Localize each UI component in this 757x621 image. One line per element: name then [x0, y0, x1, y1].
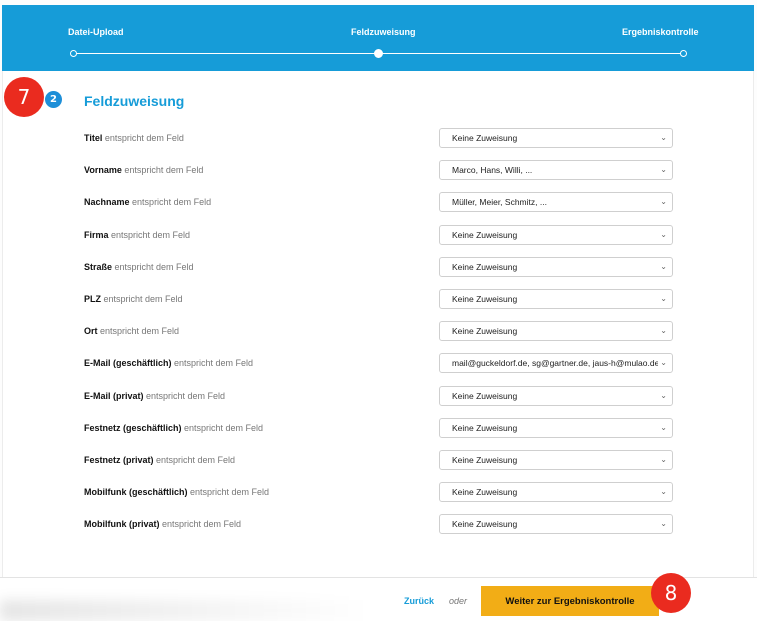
field-relation-text: entspricht dem Feld [146, 390, 226, 401]
field-name: Festnetz (privat) [84, 455, 154, 465]
field-mapping-select[interactable]: Keine Zuweisung ⌄ [439, 450, 673, 470]
field-relation-text: entspricht dem Feld [103, 294, 183, 304]
field-label: Vorname entspricht dem Feld [84, 165, 203, 175]
select-value: Keine Zuweisung [452, 326, 518, 337]
field-name: Festnetz (geschäftlich) [84, 422, 182, 433]
select-value: Keine Zuweisung [452, 261, 518, 272]
field-mapping-select[interactable]: Keine Zuweisung ⌄ [439, 289, 673, 309]
chevron-down-icon: ⌄ [658, 322, 667, 341]
field-name: Nachname [84, 197, 130, 208]
field-label: Nachname entspricht dem Feld [84, 197, 211, 207]
field-label: Mobilfunk (privat) entspricht dem Feld [84, 519, 241, 529]
step-number-badge: 2 [45, 91, 62, 108]
step-dot-result-check[interactable] [680, 50, 687, 57]
field-relation-text: entspricht dem Feld [162, 519, 242, 530]
field-relation-text: entspricht dem Feld [156, 455, 236, 465]
field-label: E-Mail (privat) entspricht dem Feld [84, 391, 225, 401]
footer-shadow [0, 600, 370, 621]
select-value: Keine Zuweisung [452, 422, 518, 433]
field-relation-text: entspricht dem Feld [104, 133, 184, 143]
chevron-down-icon: ⌄ [658, 354, 667, 373]
field-mapping-select[interactable]: Keine Zuweisung ⌄ [439, 256, 673, 277]
or-separator: oder [449, 596, 468, 606]
chevron-down-icon: ⌄ [658, 418, 667, 437]
field-relation-text: entspricht dem Feld [184, 422, 264, 433]
step-label-result-check[interactable]: Ergebniskontrolle [622, 27, 699, 37]
field-name: Mobilfunk (privat) [84, 519, 160, 530]
chevron-down-icon: ⌄ [658, 515, 667, 534]
field-label: Straße entspricht dem Feld [84, 262, 194, 272]
step-label-field-mapping[interactable]: Feldzuweisung [351, 27, 416, 37]
field-mapping-select[interactable]: Müller, Meier, Schmitz, ... ⌄ [439, 192, 673, 213]
field-name: PLZ [84, 294, 101, 304]
field-name: E-Mail (geschäftlich) [84, 358, 172, 369]
select-value: Keine Zuweisung [452, 487, 518, 498]
field-mapping-select[interactable]: mail@guckeldorf.de, sg@gartner.de, jaus-… [439, 353, 673, 374]
select-value: Keine Zuweisung [452, 133, 518, 143]
field-relation-text: entspricht dem Feld [190, 487, 270, 498]
select-value: Keine Zuweisung [452, 229, 518, 240]
field-mapping-select[interactable]: Keine Zuweisung ⌄ [439, 224, 673, 245]
field-mapping-select[interactable]: Keine Zuweisung ⌄ [439, 514, 673, 535]
select-value: Keine Zuweisung [452, 455, 518, 465]
chevron-down-icon: ⌄ [658, 225, 667, 244]
field-name: Titel [84, 133, 103, 143]
select-value: Keine Zuweisung [452, 294, 518, 304]
import-wizard: Datei-Upload Feldzuweisung Ergebniskontr… [0, 0, 757, 621]
field-relation-text: entspricht dem Feld [124, 165, 204, 176]
field-mapping-select[interactable]: Keine Zuweisung ⌄ [439, 321, 673, 342]
field-mapping-select[interactable]: Keine Zuweisung ⌄ [439, 128, 673, 148]
select-value: Keine Zuweisung [452, 390, 518, 401]
field-label: Festnetz (geschäftlich) entspricht dem F… [84, 423, 263, 433]
field-mapping-select[interactable]: Keine Zuweisung ⌄ [439, 417, 673, 438]
field-relation-text: entspricht dem Feld [100, 326, 180, 337]
field-label: Mobilfunk (geschäftlich) entspricht dem … [84, 487, 269, 497]
field-name: Mobilfunk (geschäftlich) [84, 487, 188, 498]
field-relation-text: entspricht dem Feld [111, 229, 191, 240]
step-dot-upload[interactable] [70, 50, 77, 57]
field-relation-text: entspricht dem Feld [132, 197, 212, 208]
section-title: Feldzuweisung [84, 93, 185, 109]
field-name: Ort [84, 326, 98, 337]
field-mapping-select[interactable]: Keine Zuweisung ⌄ [439, 482, 673, 503]
field-name: E-Mail (privat) [84, 390, 144, 401]
select-value: Keine Zuweisung [452, 519, 518, 530]
field-mapping-select[interactable]: Marco, Hans, Willi, ... ⌄ [439, 160, 673, 181]
field-name: Vorname [84, 165, 122, 176]
chevron-down-icon: ⌄ [658, 257, 667, 276]
select-value: Marco, Hans, Willi, ... [452, 165, 533, 176]
select-value: mail@guckeldorf.de, sg@gartner.de, jaus-… [452, 358, 660, 369]
chevron-down-icon: ⌄ [658, 290, 667, 308]
chevron-down-icon: ⌄ [658, 451, 667, 469]
chevron-down-icon: ⌄ [658, 129, 667, 147]
wizard-stepper: Datei-Upload Feldzuweisung Ergebniskontr… [2, 5, 754, 71]
step-label-upload[interactable]: Datei-Upload [68, 27, 124, 37]
field-label: Ort entspricht dem Feld [84, 326, 179, 336]
field-mapping-select[interactable]: Keine Zuweisung ⌄ [439, 385, 673, 406]
field-label: PLZ entspricht dem Feld [84, 294, 183, 304]
field-label: Festnetz (privat) entspricht dem Feld [84, 455, 235, 465]
field-relation-text: entspricht dem Feld [114, 261, 194, 272]
chevron-down-icon: ⌄ [658, 193, 667, 212]
chevron-down-icon: ⌄ [658, 161, 667, 180]
back-link[interactable]: Zurück [404, 596, 434, 606]
step-dot-field-mapping[interactable] [374, 49, 383, 58]
field-relation-text: entspricht dem Feld [174, 358, 254, 369]
annotation-callout-8: 8 [651, 573, 691, 613]
chevron-down-icon: ⌄ [658, 483, 667, 502]
field-name: Straße [84, 261, 113, 272]
field-name: Firma [84, 229, 109, 240]
next-to-result-check-button[interactable]: Weiter zur Ergebniskontrolle [481, 586, 659, 616]
annotation-callout-7: 7 [4, 77, 44, 117]
chevron-down-icon: ⌄ [658, 386, 667, 405]
field-label: Titel entspricht dem Feld [84, 133, 184, 143]
select-value: Müller, Meier, Schmitz, ... [452, 197, 547, 208]
field-label: Firma entspricht dem Feld [84, 230, 190, 240]
field-label: E-Mail (geschäftlich) entspricht dem Fel… [84, 358, 253, 368]
